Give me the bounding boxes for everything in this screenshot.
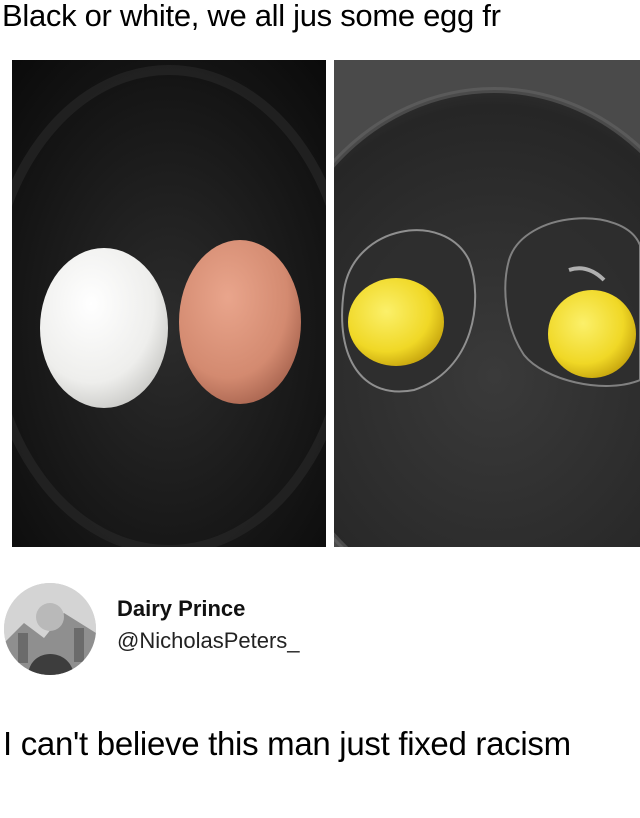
brown-egg <box>179 240 301 404</box>
tweet-display-name[interactable]: Dairy Prince <box>117 596 245 622</box>
tweet-header: Dairy Prince @NicholasPeters_ <box>0 583 640 683</box>
meme-caption: Black or white, we all jus some egg fr <box>2 0 501 33</box>
yolk-right <box>548 290 636 378</box>
white-egg <box>40 248 168 408</box>
avatar[interactable] <box>4 583 96 675</box>
tweet-handle[interactable]: @NicholasPeters_ <box>117 628 300 654</box>
yolk-left <box>348 278 444 366</box>
tweet-text: I can't believe this man just fixed raci… <box>3 725 571 762</box>
fried-eggs-photo <box>334 60 640 547</box>
raw-eggs-photo <box>12 60 326 547</box>
